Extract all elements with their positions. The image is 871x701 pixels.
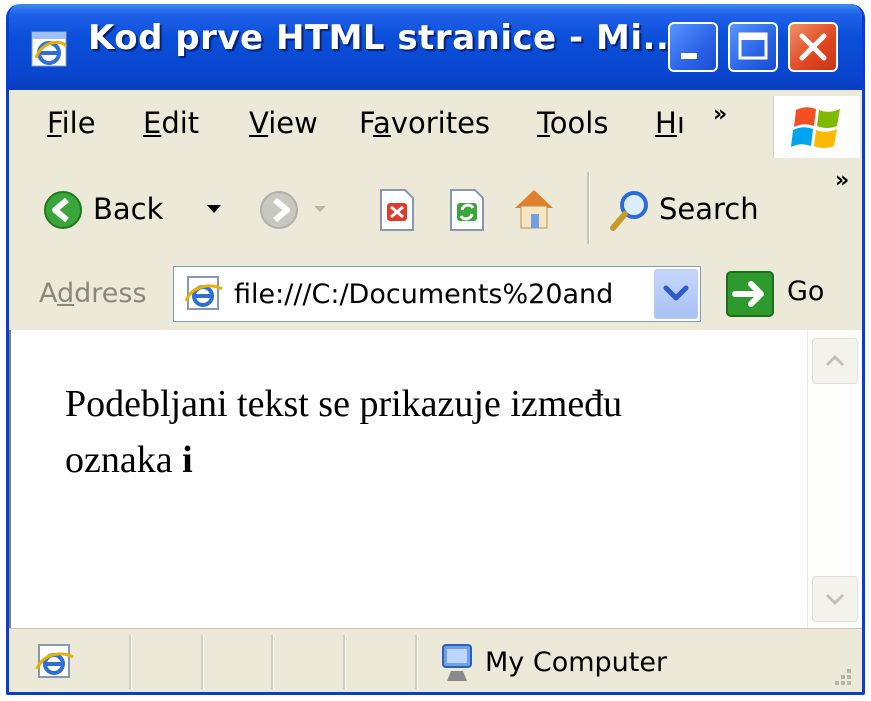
menu-view-mnemonic: V bbox=[249, 106, 269, 140]
status-divider bbox=[415, 635, 418, 689]
forward-dropdown-icon[interactable] bbox=[313, 204, 327, 214]
resize-grip-icon[interactable] bbox=[827, 665, 855, 691]
maximize-button[interactable] bbox=[728, 22, 778, 72]
toolbar-overflow-chevron[interactable]: » bbox=[835, 168, 849, 193]
status-divider bbox=[201, 635, 204, 689]
toolbar-separator bbox=[587, 172, 590, 244]
menu-file[interactable]: File bbox=[47, 106, 96, 140]
back-dropdown-icon[interactable] bbox=[205, 202, 223, 216]
menu-help-label: ı bbox=[676, 106, 685, 140]
menu-favorites-prefix: F bbox=[359, 106, 374, 140]
minimize-button[interactable] bbox=[668, 22, 718, 72]
menu-favorites[interactable]: Favorites bbox=[359, 106, 490, 140]
scroll-down-arrow-icon bbox=[825, 593, 845, 606]
scroll-up-button[interactable] bbox=[812, 338, 858, 384]
status-divider bbox=[129, 635, 132, 689]
forward-arrow-icon[interactable] bbox=[259, 190, 299, 230]
my-computer-icon bbox=[442, 644, 472, 681]
vertical-scrollbar[interactable] bbox=[807, 330, 862, 628]
chevron-down-icon bbox=[663, 285, 689, 301]
status-bar: My Computer bbox=[9, 628, 862, 692]
windows-logo bbox=[773, 96, 860, 158]
window-title: Kod prve HTML stranice - Mi... bbox=[88, 18, 683, 58]
menu-overflow-chevron[interactable]: » bbox=[713, 102, 727, 127]
menu-tools[interactable]: Tools bbox=[537, 106, 608, 140]
menu-edit-label: dit bbox=[161, 106, 200, 140]
title-bar[interactable]: Kod prve HTML stranice - Mi... bbox=[9, 4, 862, 90]
address-label-mnemonic: d bbox=[57, 278, 75, 309]
menu-favorites-label: vorites bbox=[390, 106, 491, 140]
browser-window: Kod prve HTML stranice - Mi... File Edit… bbox=[6, 4, 865, 695]
address-input[interactable]: file:///C:/Documents%20and bbox=[173, 266, 701, 322]
menu-file-label: ile bbox=[61, 106, 96, 140]
back-button-label[interactable]: Back bbox=[93, 192, 163, 226]
menu-tools-label: ools bbox=[549, 106, 609, 140]
paragraph-line-2: oznaka bbox=[65, 439, 183, 481]
menu-help-mnemonic: H bbox=[655, 106, 677, 140]
address-label-start: A bbox=[39, 278, 57, 309]
close-button[interactable] bbox=[788, 22, 838, 72]
windows-flag-icon bbox=[791, 107, 840, 148]
menu-file-mnemonic: F bbox=[47, 106, 62, 140]
refresh-icon[interactable] bbox=[447, 188, 487, 232]
stop-icon[interactable] bbox=[377, 188, 417, 232]
standard-toolbar: Back Search » bbox=[9, 158, 862, 259]
menu-tools-mnemonic: T bbox=[537, 106, 550, 140]
scroll-up-arrow-icon bbox=[825, 354, 845, 367]
page-content: Podebljani tekst se prikazuje između ozn… bbox=[9, 330, 862, 628]
go-button-label[interactable]: Go bbox=[787, 276, 824, 307]
address-label: Address bbox=[39, 278, 147, 309]
page-status-icon bbox=[35, 644, 74, 678]
scroll-down-button[interactable] bbox=[812, 576, 858, 622]
page-icon bbox=[184, 276, 223, 310]
security-zone-label: My Computer bbox=[485, 647, 668, 678]
close-icon bbox=[799, 33, 827, 61]
maximize-icon bbox=[738, 32, 768, 60]
menu-favorites-mnemonic: a bbox=[373, 106, 391, 140]
menu-view-label: iew bbox=[268, 106, 318, 140]
back-arrow-icon[interactable] bbox=[43, 190, 83, 230]
page-paragraph: Podebljani tekst se prikazuje između ozn… bbox=[65, 376, 785, 488]
menu-edit-mnemonic: E bbox=[143, 106, 162, 140]
address-dropdown-button[interactable] bbox=[654, 269, 698, 319]
paragraph-line-1: Podebljani tekst se prikazuje između bbox=[65, 383, 623, 425]
home-icon[interactable] bbox=[509, 184, 559, 234]
menu-bar: File Edit View Favorites Tools Hı » bbox=[9, 90, 862, 159]
menu-help[interactable]: Hı bbox=[655, 106, 685, 140]
search-button-label[interactable]: Search bbox=[659, 192, 759, 226]
menu-view[interactable]: View bbox=[249, 106, 318, 140]
minimize-icon bbox=[681, 53, 697, 59]
go-arrow-icon[interactable] bbox=[725, 270, 775, 318]
address-url: file:///C:/Documents%20and bbox=[234, 279, 614, 310]
status-divider bbox=[343, 635, 346, 689]
menu-edit[interactable]: Edit bbox=[143, 106, 199, 140]
address-label-end: dress bbox=[74, 278, 147, 309]
address-bar: Address file:///C:/Documents%20and Go bbox=[9, 258, 862, 332]
internet-explorer-icon bbox=[31, 31, 68, 67]
search-icon[interactable] bbox=[607, 188, 653, 234]
status-divider bbox=[271, 635, 274, 689]
paragraph-bold-text: i bbox=[182, 439, 193, 481]
